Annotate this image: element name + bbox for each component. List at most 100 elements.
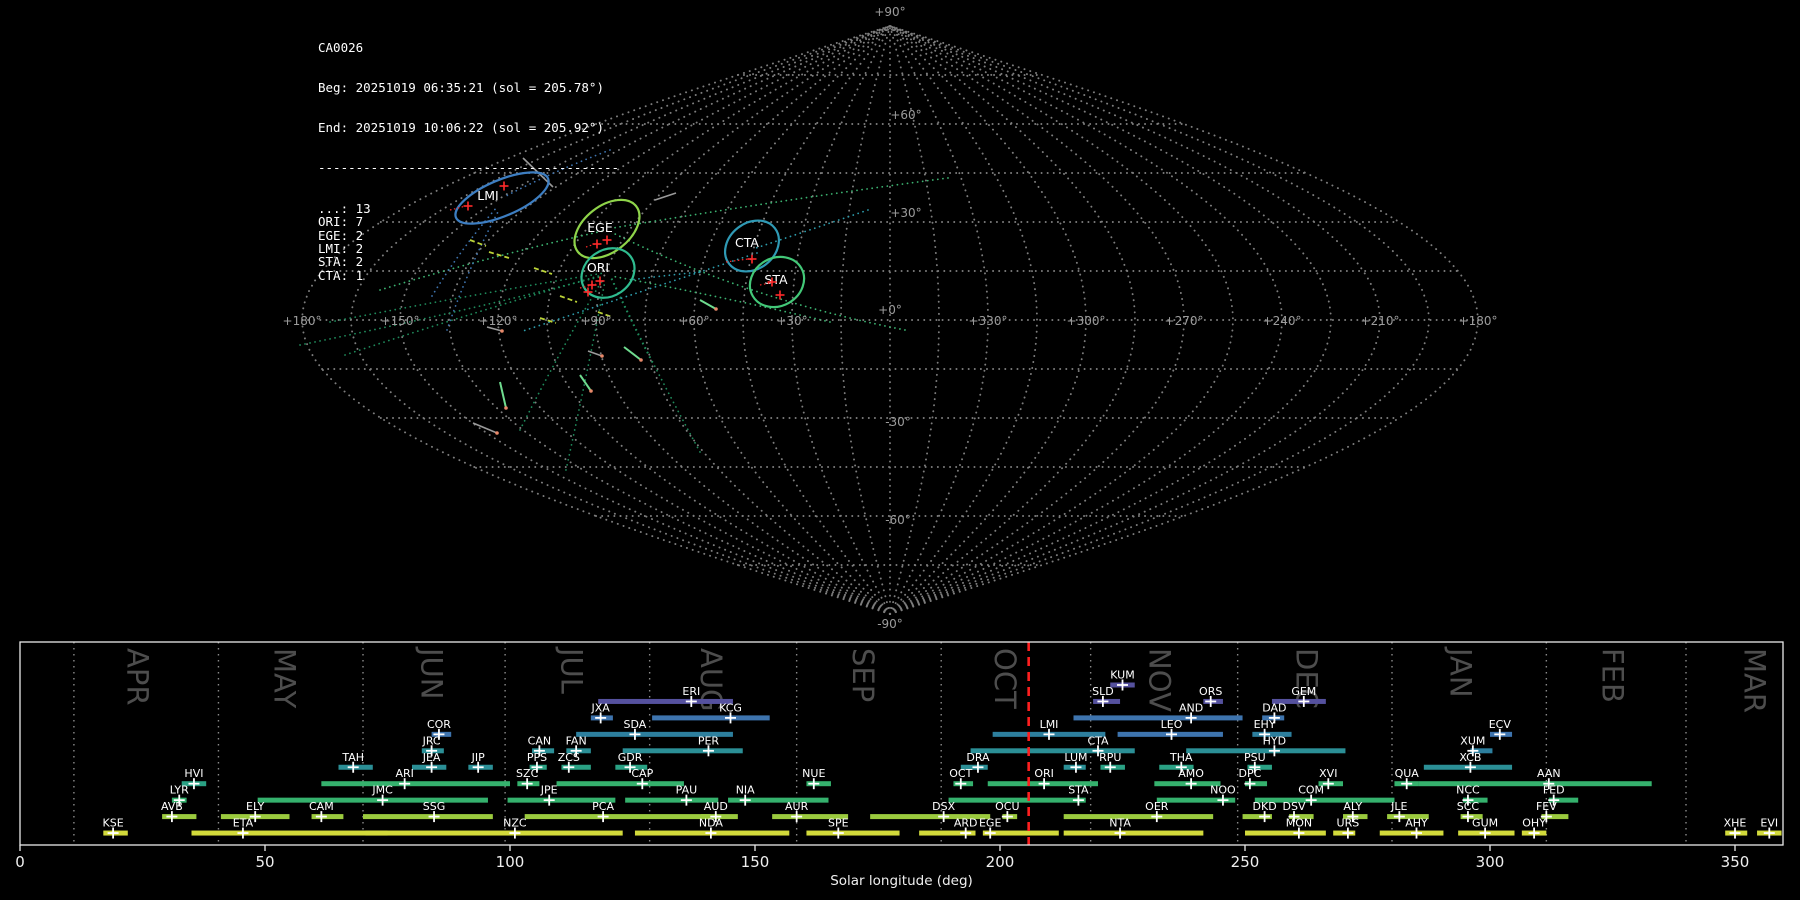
shower-code-label: OCT [949,767,972,780]
shower-bar-NUE: NUE [802,767,831,790]
shower-code-label: DPC [1239,767,1262,780]
meteor-trail [699,299,717,310]
shower-code-label: KSE [103,817,124,830]
shower-bar-OHY: OHY [1521,817,1547,839]
shower-counts: ...: 13 ORI: 7 EGE: 2 LMI: 2 STA: 2 CTA: 1 [318,201,619,283]
shower-code-label: QUA [1395,767,1420,780]
shower-code-label: DKD [1253,800,1277,813]
activity-bar [1063,814,1214,820]
equator-ra-label: +210° [1361,314,1400,328]
shower-code-label: PSU [1244,751,1266,764]
shower-code-label: ECV [1489,718,1512,731]
equator-ra-label: +120° [479,314,518,328]
count-line: CTA: 1 [318,267,364,283]
shower-code-label: OHY [1522,817,1546,830]
shower-code-label: SZC [516,767,539,780]
equator-ra-label: +90° [580,314,611,328]
month-label-OCT: OCT [988,648,1022,709]
activity-bar [363,814,493,820]
shower-code-label: PCA [592,800,614,813]
shower-code-label: EHY [1254,718,1276,731]
month-label-NOV: NOV [1142,648,1176,712]
shower-code-label: NOO [1210,784,1236,797]
activity-bar [1063,830,1204,836]
shower-code-label: ELY [246,800,265,813]
shower-bar-QUA: QUA [1394,767,1420,790]
shower-code-label: LEO [1161,718,1183,731]
shower-bar-ZCS: ZCS [558,751,591,773]
shower-bar-SLD: SLD [1092,685,1121,707]
shower-code-label: DAD [1262,701,1286,714]
shower-bar-RPU: RPU [1099,751,1125,773]
trail-endpoint-dot [500,329,504,333]
shower-code-label: KCG [719,701,742,714]
shower-bar-OCT: OCT [949,767,974,790]
grid-meridian [840,25,891,615]
declination-label: -30° [885,415,911,429]
month-label-MAY: MAY [268,648,302,709]
shower-code-label: JLE [1390,800,1407,813]
shower-bar-SZC: SZC [516,767,540,790]
count-line: ORI: 7 [318,214,364,230]
equator-ra-label: +270° [1165,314,1204,328]
trail-endpoint-dot [495,431,499,435]
shower-code-label: XHE [1724,817,1747,830]
shower-code-label: JIP [471,751,485,764]
shower-bar-TAH: TAH [338,751,373,773]
activity-bar [191,830,388,836]
shower-code-label: ORI [1034,767,1054,780]
meteor-trail [579,374,592,392]
shower-code-label: OCU [995,800,1019,813]
shower-code-label: DRA [966,751,990,764]
month-label-APR: APR [121,648,155,705]
meteor-trail [623,346,642,361]
activity-bar [524,814,711,820]
shower-bar-JEA: JEA [412,751,447,773]
shower-bar-NZC: NZC [365,817,623,839]
shower-bar-LEO: LEO [1117,718,1223,740]
timeline: APR MAY JUN JUL AUG SEP OCT NOV DEC JAN FEB MARKUME… [15,641,1784,889]
equator-ra-label: +330° [969,314,1008,328]
shower-bar-ECV: ECV [1489,718,1513,740]
begin-time: Beg: 20251019 06:35:21 (sol = 205.78°) [318,80,604,96]
activity-bar [1245,830,1326,836]
shower-bar-JMC: JMC [257,784,488,806]
shower-code-label: ORS [1199,685,1222,698]
shower-code-label: HVI [184,767,203,780]
shower-code-label: JXA [590,701,610,714]
x-tick-label: 50 [255,853,274,871]
shower-code-label: ARD [954,817,978,830]
shower-bar-ETA: ETA [191,817,388,839]
declination-label: +60° [890,108,921,122]
equator-ra-label: +180° [1459,314,1498,328]
shower-code-label: JEA [422,751,441,764]
shower-code-label: SSG [423,800,446,813]
shower-code-label: NDA [699,817,724,830]
shower-bar-NOO: NOO [1156,784,1236,806]
sporadic-trail [654,192,677,201]
app-root: LMI EGE ORI CTA STA +90° -90° +180° +150° +120° +9… [0,0,1800,900]
shower-code-label: SCC [1457,800,1480,813]
shower-code-label: PAU [676,784,698,797]
shower-code-label: FED [1543,784,1565,797]
radiant-label: CTA [735,235,759,250]
month-label-JAN: JAN [1444,646,1478,698]
shower-bar-AHY: AHY [1379,817,1444,839]
count-line: EGE: 2 [318,227,364,243]
shower-bar-AVB: AVB [161,800,197,823]
equator-ra-label: +60° [678,314,709,328]
x-tick-label: 300 [1476,853,1505,871]
shower-code-label: JMC [371,784,393,797]
shower-code-label: AAN [1537,767,1561,780]
shower-bar-LUM: LUM [1063,751,1088,773]
shower-code-label: LMI [1040,718,1059,731]
station-id: CA0026 [318,39,364,55]
equator-ra-label: +30° [776,314,807,328]
shower-code-label: ZCS [558,751,580,764]
shower-code-label: LYR [170,784,189,797]
activity-bar [321,781,510,787]
shower-code-label: PER [698,734,720,747]
shower-bar-KSE: KSE [103,817,128,839]
trail-endpoint-dot [589,389,593,393]
shower-bar-DKD: DKD [1242,800,1277,823]
